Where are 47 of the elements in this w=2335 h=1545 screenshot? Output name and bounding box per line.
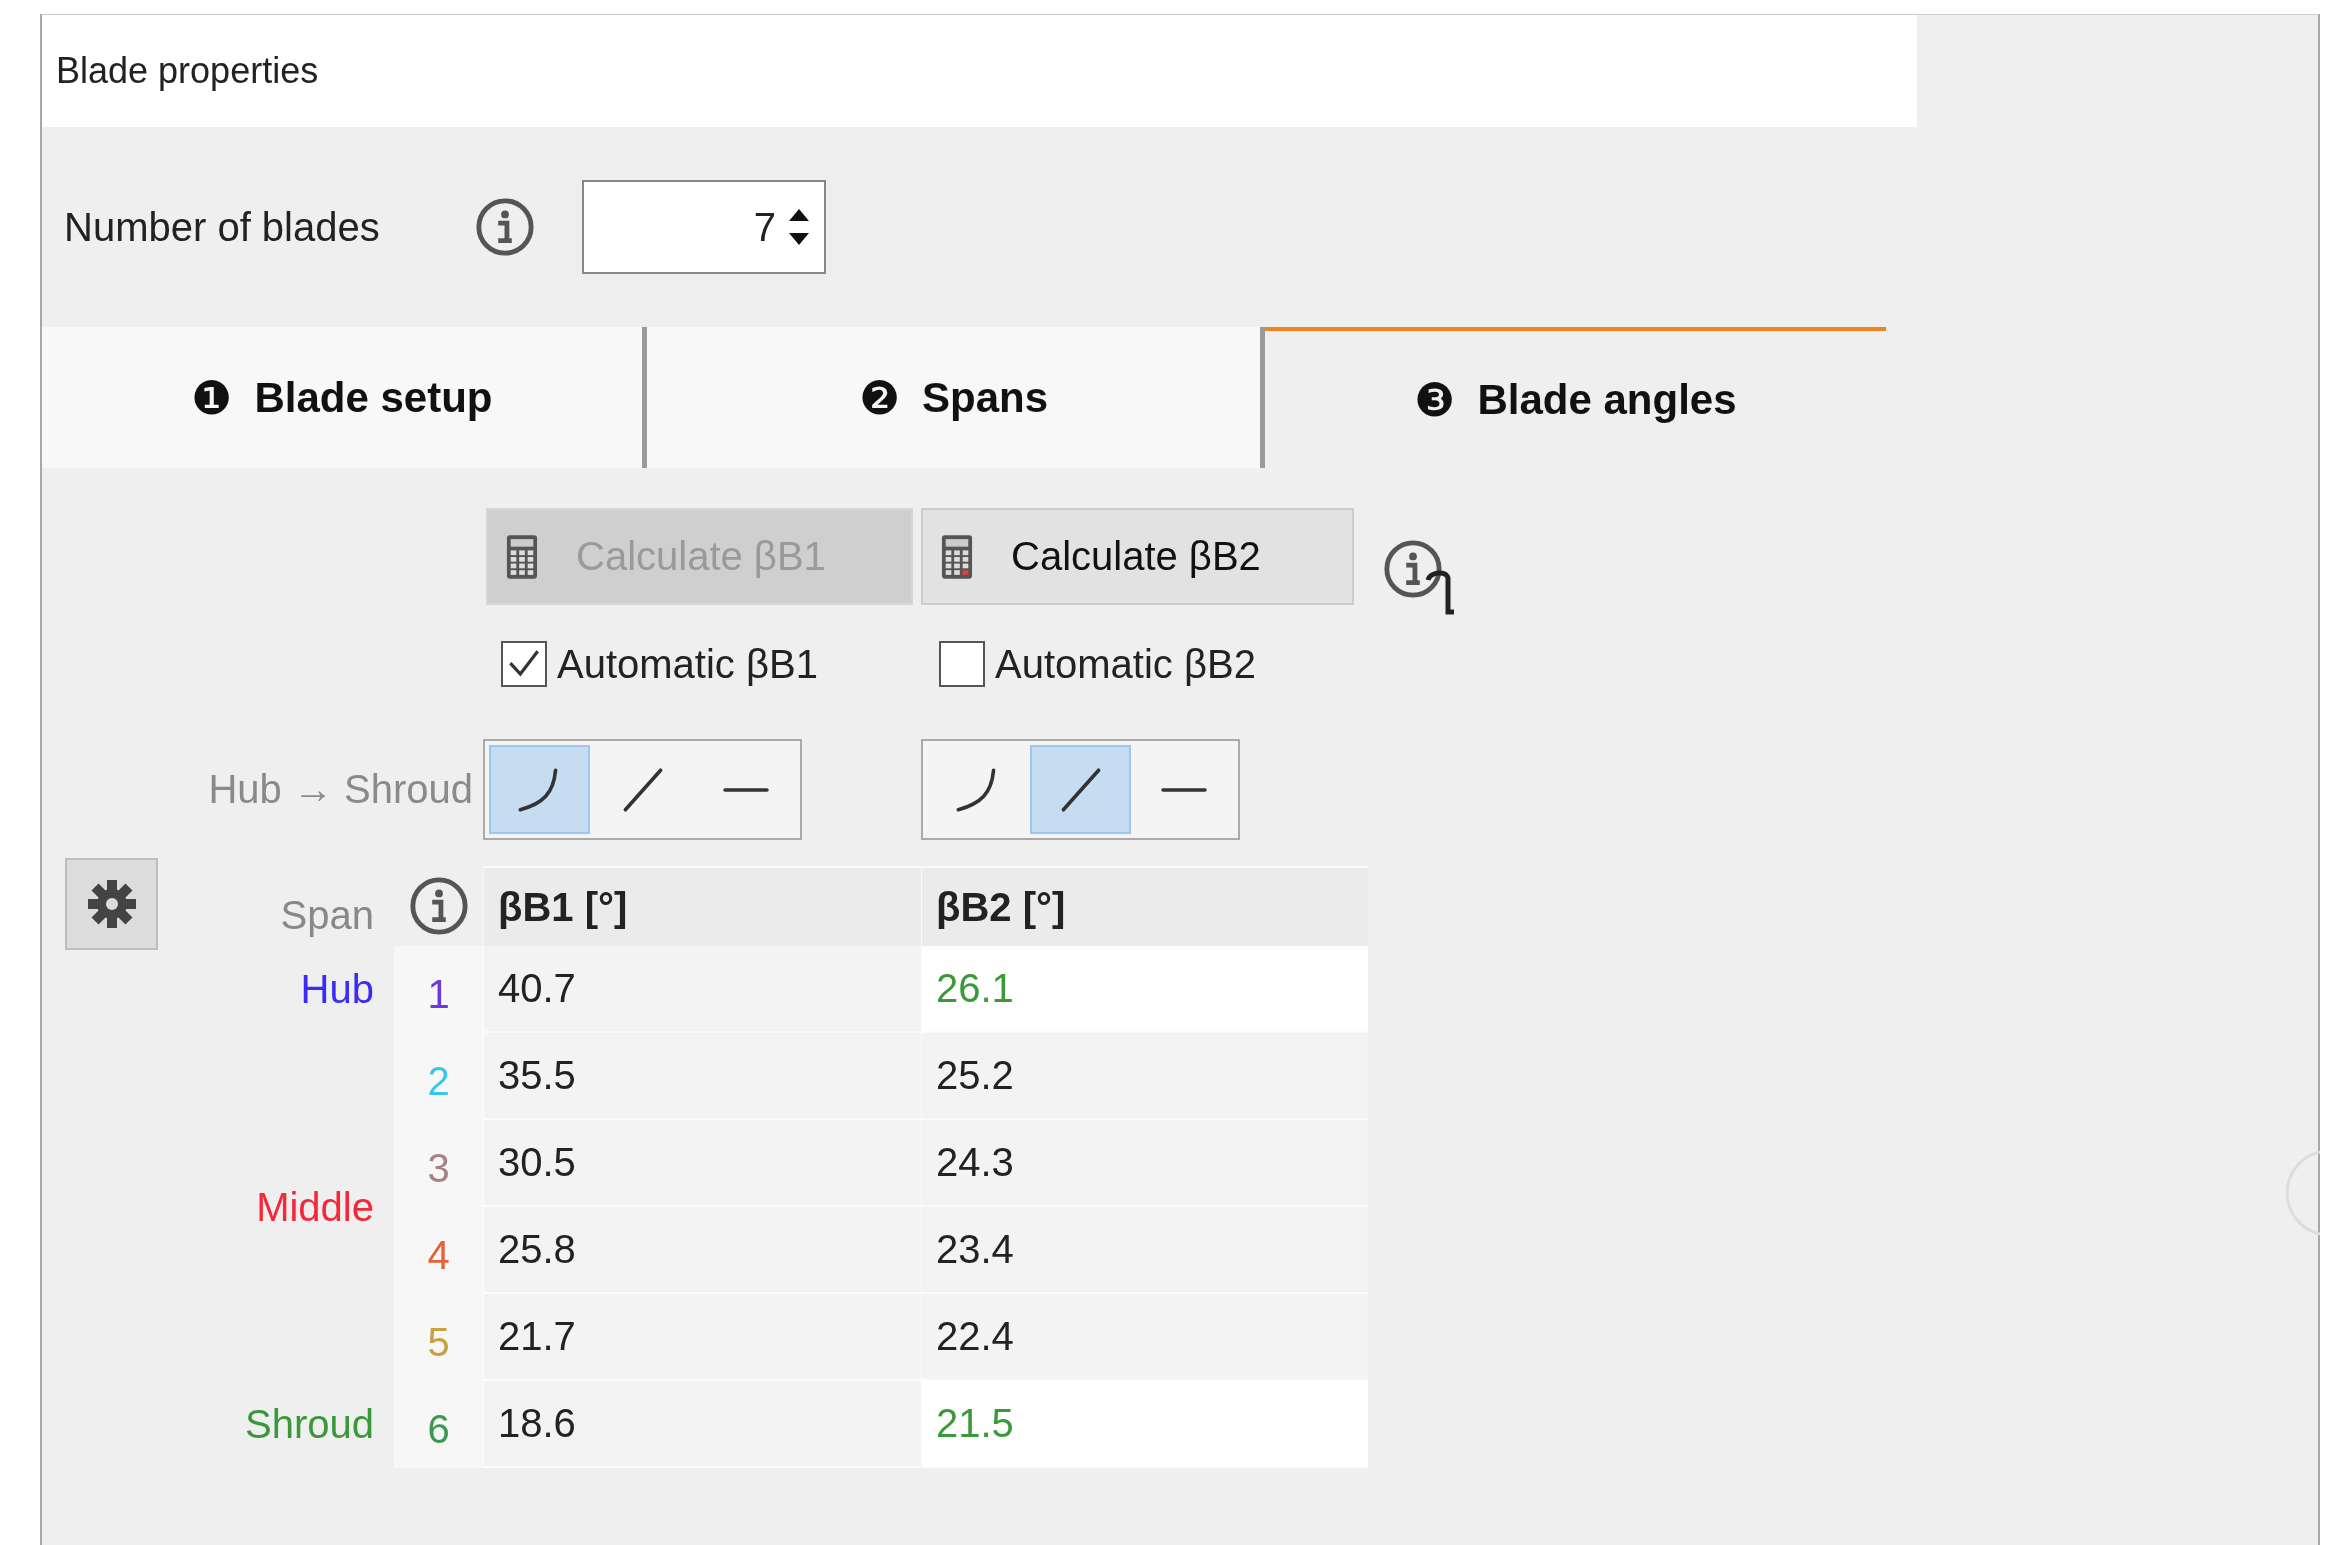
span-label: Hub — [299, 967, 374, 1012]
table-cell[interactable]: 26.1 — [921, 946, 1368, 1033]
gear-icon — [85, 878, 138, 930]
checkbox-label: Automatic βB2 — [995, 641, 1256, 687]
calculate-button[interactable]: Calculate βB2 — [921, 508, 1354, 605]
table-cell[interactable]: 35.5 — [483, 1033, 921, 1120]
table-cell[interactable]: 25.8 — [483, 1207, 921, 1294]
automatic-checkbox[interactable]: Automatic βB1 — [483, 605, 921, 705]
settings-button[interactable] — [65, 858, 158, 950]
calculator-icon — [506, 533, 538, 580]
column-header: βB2 [°] — [921, 866, 1368, 946]
round-handle-icon[interactable] — [2286, 1148, 2320, 1238]
table-cell[interactable]: 30.5 — [483, 1120, 921, 1207]
checkbox-label: Automatic βB1 — [557, 641, 818, 687]
span-label: Middle — [255, 1184, 374, 1230]
blade-count-label: Number of blades — [64, 204, 381, 250]
row-number: 1 — [427, 972, 450, 1017]
table-cell[interactable]: 22.4 — [921, 1294, 1368, 1381]
tab[interactable]: ❷ Spans — [647, 327, 1260, 468]
panel-title: Blade properties — [56, 50, 319, 92]
checkbox[interactable] — [939, 641, 985, 687]
row-number: 3 — [427, 1146, 450, 1191]
column-header: βB1 [°] — [483, 866, 921, 946]
table-cell[interactable]: 24.3 — [921, 1120, 1368, 1207]
tab[interactable]: ❶ Blade setup — [42, 327, 642, 468]
info-icon[interactable] — [1382, 538, 1444, 600]
automatic-checkbox[interactable]: Automatic βB2 — [921, 605, 1368, 705]
table-cell[interactable]: 25.2 — [921, 1033, 1368, 1120]
table-cell[interactable]: 18.6 — [483, 1381, 921, 1468]
row-number: 2 — [427, 1059, 450, 1104]
table-cell[interactable]: 21.5 — [921, 1381, 1368, 1468]
table-cell[interactable]: 40.7 — [483, 946, 921, 1033]
blade-count-spinbox[interactable]: 7 — [582, 180, 826, 274]
checkbox[interactable] — [501, 641, 547, 687]
table-cell[interactable]: 21.7 — [483, 1294, 921, 1381]
span-label: Shroud — [244, 1402, 374, 1447]
span-header: Span — [279, 893, 374, 939]
row-number: 5 — [427, 1320, 450, 1365]
row-number: 4 — [427, 1233, 450, 1278]
line-shape-option[interactable] — [1030, 745, 1131, 834]
table-cell[interactable]: 23.4 — [921, 1207, 1368, 1294]
info-icon[interactable] — [474, 196, 536, 258]
curve-shape-option[interactable] — [489, 745, 590, 834]
distribution-label: Hub → Shroud — [208, 767, 473, 812]
row-number: 6 — [427, 1407, 450, 1452]
info-icon[interactable] — [407, 875, 470, 937]
calculator-icon — [941, 533, 973, 580]
